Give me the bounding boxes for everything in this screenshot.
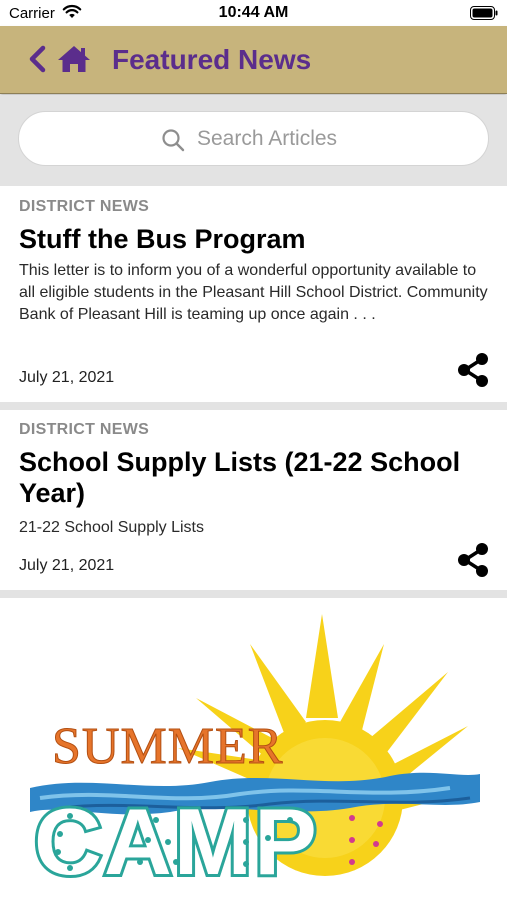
camp-text: CAMP [34, 789, 319, 894]
chevron-left-icon[interactable] [26, 44, 48, 74]
article-title[interactable]: School Supply Lists (21-22 School Year) [19, 447, 489, 509]
search-input[interactable]: Search Articles [18, 111, 489, 166]
article-category: DISTRICT NEWS [19, 198, 150, 215]
article-date: July 21, 2021 [19, 557, 115, 574]
summer-camp-graphic: SUMMER CAMP [30, 614, 480, 897]
featured-article-image[interactable]: SUMMER CAMP [0, 598, 507, 900]
divider [0, 590, 507, 598]
search-placeholder: Search Articles [197, 127, 338, 150]
article-date: July 21, 2021 [19, 369, 115, 386]
divider [0, 402, 507, 410]
article-title[interactable]: Stuff the Bus Program [19, 224, 489, 255]
status-bar: Carrier 10:44 AM [0, 0, 507, 26]
clock: 10:44 AM [218, 4, 289, 21]
search-icon [162, 129, 185, 152]
article-category: DISTRICT NEWS [19, 421, 150, 438]
navigation-bar: Featured News [0, 26, 507, 94]
article-card[interactable]: DISTRICT NEWS School Supply Lists (21-22… [0, 410, 507, 590]
page-title: Featured News [112, 44, 312, 75]
article-summary: 21-22 School Supply Lists [19, 519, 204, 536]
share-icon[interactable] [456, 542, 490, 578]
article-card[interactable]: DISTRICT NEWS Stuff the Bus Program This… [0, 186, 507, 402]
share-icon[interactable] [456, 352, 490, 388]
summer-text: SUMMER [52, 718, 283, 775]
home-icon[interactable] [56, 44, 92, 74]
search-bar-container: Search Articles [0, 95, 507, 186]
battery-icon [470, 6, 498, 20]
article-summary: This letter is to inform you of a wonder… [19, 262, 488, 323]
